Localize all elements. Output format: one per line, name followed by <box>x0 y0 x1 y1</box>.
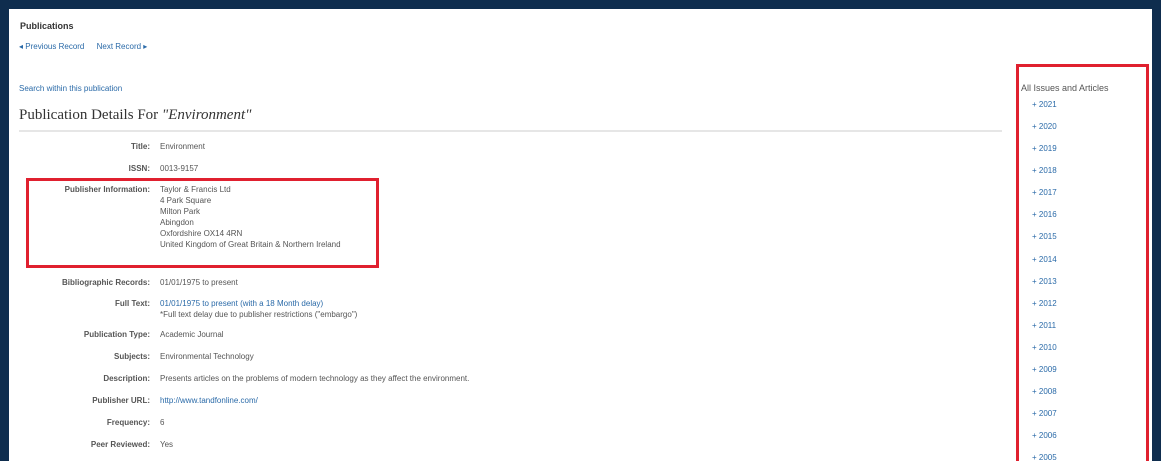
publisher-url-link[interactable]: http://www.tandfonline.com/ <box>160 395 258 406</box>
title-divider <box>19 130 1002 132</box>
details-title-prefix: Publication Details For <box>19 107 162 123</box>
full-text-value: 01/01/1975 to present (with a 18 Month d… <box>160 298 357 320</box>
year-link-2012[interactable]: + 2012 <box>1032 299 1057 308</box>
title-label: Title: <box>131 142 150 151</box>
all-issues-title: All Issues and Articles <box>1021 83 1109 93</box>
issn-label: ISSN: <box>128 164 150 173</box>
year-link-2019[interactable]: + 2019 <box>1032 144 1057 153</box>
search-within-publication-link[interactable]: Search within this publication <box>19 84 122 93</box>
subjects-label: Subjects: <box>113 352 150 361</box>
year-link-2015[interactable]: + 2015 <box>1032 232 1057 241</box>
year-link-2016[interactable]: + 2016 <box>1032 210 1057 219</box>
details-title-name: "Environment" <box>161 107 252 123</box>
title-value: Environment <box>160 142 205 151</box>
page: Publications ◂ Previous Record Next Reco… <box>9 9 1152 461</box>
year-link-2010[interactable]: + 2010 <box>1032 343 1057 352</box>
year-link-2013[interactable]: + 2013 <box>1032 277 1057 286</box>
previous-record-link[interactable]: ◂ Previous Record <box>19 42 84 51</box>
page-heading: Publications <box>20 21 74 31</box>
description-value: Presents articles on the problems of mod… <box>160 374 470 383</box>
year-link-2018[interactable]: + 2018 <box>1032 166 1057 175</box>
publication-type-label: Publication Type: <box>83 330 150 339</box>
year-link-2021[interactable]: + 2021 <box>1032 100 1057 109</box>
publisher-url-label: Publisher URL: <box>92 396 150 405</box>
full-text-note: *Full text delay due to publisher restri… <box>160 310 358 319</box>
full-text-label: Full Text: <box>115 299 150 308</box>
frequency-label: Frequency: <box>106 418 150 427</box>
year-link-2014[interactable]: + 2014 <box>1032 255 1057 264</box>
year-link-2005[interactable]: + 2005 <box>1032 453 1057 461</box>
bibliographic-label: Bibliographic Records: <box>61 278 150 287</box>
publication-type-value: Academic Journal <box>160 330 224 339</box>
peer-reviewed-label: Peer Reviewed: <box>90 440 150 449</box>
publisher-highlight-box <box>26 178 379 268</box>
year-link-2011[interactable]: + 2011 <box>1032 321 1056 330</box>
issn-value: 0013-9157 <box>160 164 199 173</box>
details-title: Publication Details For "Environment" <box>19 107 251 124</box>
year-link-2007[interactable]: + 2007 <box>1032 409 1057 418</box>
frequency-value: 6 <box>160 418 165 427</box>
subjects-value: Environmental Technology <box>160 352 254 361</box>
year-link-2017[interactable]: + 2017 <box>1032 188 1057 197</box>
record-navigation: ◂ Previous Record Next Record ▸ <box>19 42 157 51</box>
peer-reviewed-value: Yes <box>160 440 174 449</box>
next-record-link[interactable]: Next Record ▸ <box>97 42 148 51</box>
year-link-2006[interactable]: + 2006 <box>1032 431 1057 440</box>
bibliographic-value: 01/01/1975 to present <box>160 278 238 287</box>
year-link-2008[interactable]: + 2008 <box>1032 387 1057 396</box>
description-label: Description: <box>103 374 150 383</box>
year-link-2020[interactable]: + 2020 <box>1032 122 1057 131</box>
full-text-link[interactable]: 01/01/1975 to present (with a 18 Month d… <box>160 298 357 309</box>
year-link-2009[interactable]: + 2009 <box>1032 365 1057 374</box>
